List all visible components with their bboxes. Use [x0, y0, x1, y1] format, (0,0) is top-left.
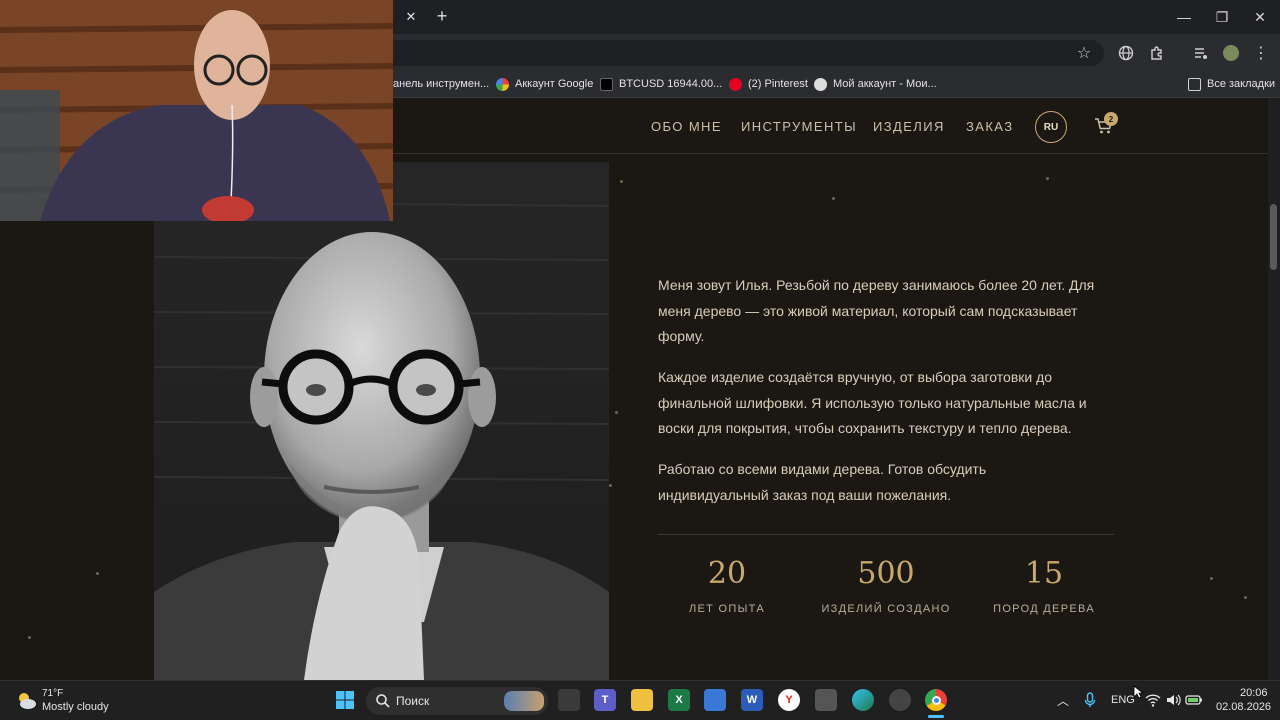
bookmark-item[interactable]: анель инструмен...: [393, 74, 489, 94]
stat-years-value: 20: [707, 556, 747, 591]
decor-dot: [1046, 177, 1049, 180]
globe-icon[interactable]: [1117, 44, 1135, 62]
restore-icon[interactable]: ❐: [1204, 6, 1240, 28]
nav-products[interactable]: ИЗДЕЛИЯ: [873, 119, 945, 134]
tradingview-icon: [600, 77, 613, 91]
portrait-photo: [154, 162, 609, 680]
about-paragraph-1: Меня зовут Илья. Резьбой по дереву заним…: [658, 277, 1095, 344]
decor-dot: [1210, 577, 1213, 580]
clock-time[interactable]: 20:06: [1240, 687, 1268, 699]
taskbar-search[interactable]: Поиск: [366, 687, 548, 715]
stat-products-label: ИЗДЕЛИЙ СОЗДАНО: [821, 603, 951, 615]
decor-dot: [832, 197, 835, 200]
battery-icon[interactable]: [1185, 692, 1203, 708]
excel-icon[interactable]: X: [668, 689, 690, 711]
stat-years-label: ЛЕТ ОПЫТА: [689, 603, 765, 615]
stat-products-value: 500: [857, 556, 915, 591]
yandex-icon[interactable]: Y: [778, 689, 800, 711]
new-tab-icon[interactable]: +: [432, 6, 452, 26]
folder-icon: [1188, 77, 1201, 91]
about-paragraph-3: Работаю со всеми видами дерева. Готов об…: [658, 461, 987, 503]
webcam-overlay: [0, 0, 393, 221]
decor-dot: [96, 572, 99, 575]
nav-order[interactable]: ЗАКАЗ: [966, 119, 1013, 134]
search-placeholder: Поиск: [396, 694, 430, 708]
page-scrollbar[interactable]: [1268, 98, 1280, 680]
stat-woods-value: 15: [1024, 556, 1064, 591]
decor-dot: [609, 484, 612, 487]
edge-icon[interactable]: [852, 689, 874, 711]
account-icon: [814, 77, 827, 91]
chrome-active-indicator: [928, 715, 944, 718]
scrollbar-thumb[interactable]: [1270, 204, 1277, 270]
language-button[interactable]: RU: [1035, 111, 1067, 143]
chrome-icon[interactable]: [925, 689, 947, 711]
stat-woods-label: ПОРОД ДЕРЕВА: [993, 603, 1095, 615]
decor-dot: [28, 636, 31, 639]
app-icon[interactable]: [889, 689, 911, 711]
stats-divider: [658, 534, 1114, 535]
menu-kebab-icon[interactable]: ⋮: [1252, 44, 1270, 62]
bookmark-item[interactable]: BTCUSD 16944.00...: [600, 74, 722, 94]
volume-icon[interactable]: [1165, 692, 1181, 708]
microphone-icon[interactable]: [1083, 692, 1097, 708]
search-highlight-image: [504, 691, 544, 711]
weather-temp: 71°F: [42, 688, 64, 699]
bookmark-item[interactable]: Аккаунт Google: [496, 74, 593, 94]
clock-date[interactable]: 02.08.2026: [1216, 701, 1271, 713]
cloudy-weather-icon: [16, 690, 38, 712]
media-control-icon[interactable]: [1192, 44, 1210, 62]
decor-dot: [615, 411, 618, 414]
word-icon[interactable]: W: [741, 689, 763, 711]
mouse-cursor-icon: [1133, 685, 1145, 699]
weather-desc: Mostly cloudy: [42, 701, 109, 713]
bookmark-item[interactable]: (2) Pinterest: [729, 74, 808, 94]
decor-dot: [620, 180, 623, 183]
file-explorer-icon[interactable]: [631, 689, 653, 711]
chevron-up-icon[interactable]: ︿: [1057, 692, 1069, 709]
about-paragraph-2: Каждое изделие создаётся вручную, от выб…: [658, 369, 1087, 436]
teams-icon[interactable]: T: [594, 689, 616, 711]
address-bar[interactable]: [380, 40, 1104, 66]
task-view-icon[interactable]: [558, 689, 580, 711]
pinterest-icon: [729, 77, 742, 91]
profile-avatar-icon[interactable]: [1222, 44, 1240, 62]
nav-about[interactable]: ОБО МНЕ: [651, 119, 722, 134]
nav-tools[interactable]: ИНСТРУМЕНТЫ: [741, 119, 857, 134]
camera-icon[interactable]: [815, 689, 837, 711]
language-indicator[interactable]: ENG: [1111, 694, 1135, 706]
wifi-icon[interactable]: [1145, 692, 1161, 708]
search-icon: [375, 693, 391, 709]
window-close-icon[interactable]: ✕: [1242, 6, 1278, 28]
bookmark-item[interactable]: Мой аккаунт - Мои...: [814, 74, 937, 94]
close-tab-icon[interactable]: ✕: [402, 8, 420, 26]
weather-widget[interactable]: 71°F Mostly cloudy: [14, 686, 124, 716]
cart-count-badge: 2: [1104, 112, 1118, 126]
start-icon[interactable]: [334, 689, 356, 711]
bookmark-star-icon[interactable]: ☆: [1075, 44, 1093, 62]
extensions-icon[interactable]: [1148, 44, 1166, 62]
store-icon[interactable]: [704, 689, 726, 711]
decor-dot: [1244, 596, 1247, 599]
minimize-icon[interactable]: —: [1166, 6, 1202, 28]
all-bookmarks[interactable]: Все закладки: [1188, 74, 1275, 94]
google-icon: [496, 77, 509, 91]
